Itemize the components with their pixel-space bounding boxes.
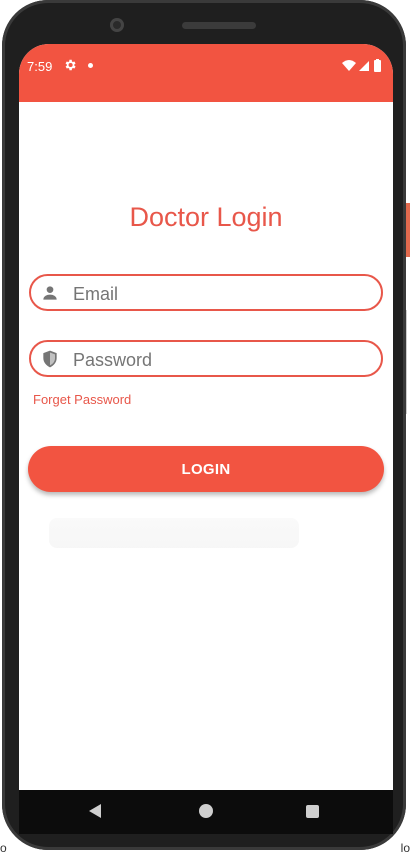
background-text-left: o <box>0 841 7 855</box>
recents-icon[interactable] <box>306 805 319 818</box>
status-icons <box>342 59 381 72</box>
notification-dot-icon <box>88 63 93 68</box>
navigation-bar <box>19 790 393 834</box>
email-field[interactable] <box>29 274 383 311</box>
signal-icon <box>359 61 369 71</box>
home-icon[interactable] <box>199 804 213 818</box>
login-button[interactable]: LOGIN <box>28 446 384 492</box>
page-title: Doctor Login <box>129 202 283 232</box>
background-accent-bar <box>406 203 410 257</box>
faint-placeholder-area <box>49 518 299 548</box>
back-icon[interactable] <box>89 804 101 818</box>
wifi-icon <box>342 60 356 71</box>
earpiece-speaker <box>182 22 256 29</box>
status-bar: 7:59 <box>19 44 393 102</box>
password-input[interactable] <box>71 347 365 373</box>
front-camera <box>110 18 124 32</box>
background-text-right: lo <box>400 841 410 855</box>
password-field[interactable] <box>29 340 383 377</box>
app-screen: 7:59 Doctor Login Forget Password LOGIN <box>19 44 393 790</box>
background-divider <box>406 310 410 414</box>
battery-icon <box>374 60 381 72</box>
email-input[interactable] <box>71 281 365 307</box>
forgot-password-link[interactable]: Forget Password <box>33 392 131 407</box>
status-time: 7:59 <box>27 59 53 74</box>
person-icon <box>43 286 57 300</box>
gear-icon <box>65 59 76 71</box>
shield-icon <box>43 350 57 368</box>
